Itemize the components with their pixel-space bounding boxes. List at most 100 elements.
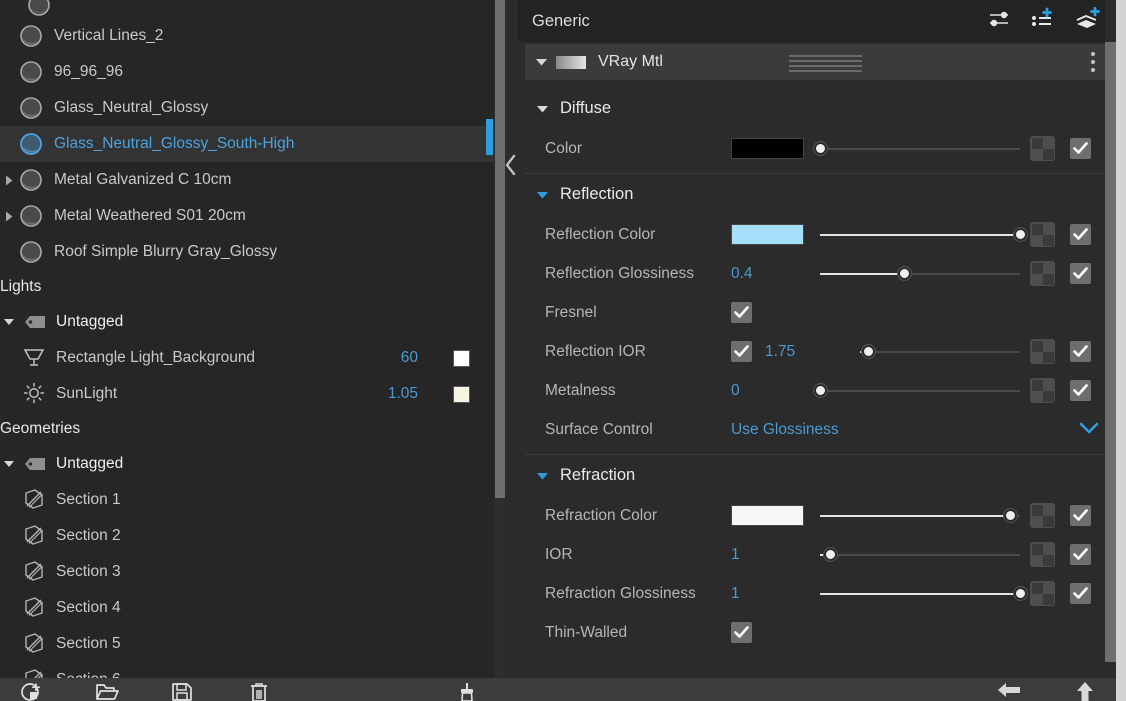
property-value[interactable]: 1.75 xyxy=(765,343,795,361)
list-item[interactable]: SunLight 1.05 xyxy=(0,376,494,412)
list-item[interactable]: Metal Galvanized C 10cm xyxy=(0,162,494,198)
property-enable-checkbox[interactable] xyxy=(1070,544,1091,565)
property-slider[interactable] xyxy=(820,267,1020,280)
add-material-button[interactable] xyxy=(14,678,48,701)
material-row[interactable]: VRay Mtl xyxy=(525,44,1109,80)
property-slider[interactable] xyxy=(814,384,1020,397)
property-enable-checkbox[interactable] xyxy=(1070,583,1091,604)
property-value[interactable]: 1 xyxy=(731,585,740,603)
caret-down-icon[interactable] xyxy=(0,318,18,326)
list-item[interactable]: Vertical Lines_2 xyxy=(0,18,494,54)
caret-down-icon[interactable] xyxy=(537,466,548,485)
property-value[interactable]: 1 xyxy=(731,546,740,564)
delete-button[interactable] xyxy=(242,678,276,701)
slider-knob[interactable] xyxy=(1014,587,1027,600)
color-swatch[interactable] xyxy=(731,138,804,159)
layers-plus-icon[interactable] xyxy=(1073,4,1103,34)
texture-slot-button[interactable] xyxy=(1030,261,1055,286)
chevron-down-icon[interactable] xyxy=(1079,422,1099,440)
slider-knob[interactable] xyxy=(814,142,827,155)
list-item[interactable]: Glass_Neutral_Glossy xyxy=(0,90,494,126)
texture-slot-button[interactable] xyxy=(1030,503,1055,528)
texture-slot-button[interactable] xyxy=(1030,339,1055,364)
slider-knob[interactable] xyxy=(1014,228,1027,241)
save-button[interactable] xyxy=(165,678,199,701)
list-item[interactable]: Section 1 xyxy=(0,482,494,518)
section-header-reflection[interactable]: Reflection xyxy=(525,174,1109,215)
light-intensity-value[interactable]: 60 xyxy=(401,349,418,367)
property-slider[interactable] xyxy=(820,509,1020,522)
material-sphere-icon xyxy=(18,203,44,229)
expand-triangle-icon[interactable] xyxy=(0,162,18,198)
property-value[interactable]: 0.4 xyxy=(731,265,753,283)
apply-up-button[interactable] xyxy=(1068,680,1102,701)
slider-knob[interactable] xyxy=(898,267,911,280)
slider-knob[interactable] xyxy=(824,548,837,561)
caret-down-icon[interactable] xyxy=(537,185,548,204)
property-slider[interactable] xyxy=(820,228,1027,241)
slider-knob[interactable] xyxy=(1004,509,1017,522)
section-header-diffuse[interactable]: Diffuse xyxy=(525,88,1109,129)
open-library-button[interactable] xyxy=(90,678,124,701)
color-swatch[interactable] xyxy=(731,224,804,245)
property-enable-checkbox[interactable] xyxy=(1070,138,1091,159)
property-slider[interactable] xyxy=(820,587,1027,600)
caret-down-icon[interactable] xyxy=(536,53,547,71)
property-toggle-checkbox[interactable] xyxy=(731,302,752,323)
section-header-refraction[interactable]: Refraction xyxy=(525,455,1109,496)
geometries-untagged-tag[interactable]: Untagged xyxy=(0,446,494,482)
property-enable-checkbox[interactable] xyxy=(1070,380,1091,401)
slider-knob[interactable] xyxy=(862,345,875,358)
caret-down-icon[interactable] xyxy=(0,460,18,468)
list-item[interactable]: Rectangle Light_Background 60 xyxy=(0,340,494,376)
texture-slot-button[interactable] xyxy=(1030,136,1055,161)
list-item[interactable] xyxy=(0,0,494,18)
list-plus-icon[interactable] xyxy=(1029,4,1059,34)
property-enable-checkbox[interactable] xyxy=(1070,341,1091,362)
property-toggle-checkbox[interactable] xyxy=(731,341,752,362)
list-item[interactable]: Section 4 xyxy=(0,590,494,626)
property-slider[interactable] xyxy=(820,548,1020,561)
property-toggle-checkbox[interactable] xyxy=(731,622,752,643)
light-color-swatch[interactable] xyxy=(453,350,470,367)
list-item[interactable]: Section 6 xyxy=(0,662,494,678)
list-item[interactable]: Section 5 xyxy=(0,626,494,662)
list-item[interactable]: 96_96_96 xyxy=(0,54,494,90)
property-slider[interactable] xyxy=(814,142,1020,155)
property-value[interactable]: 0 xyxy=(731,382,740,400)
list-item-label: Section 6 xyxy=(56,671,121,678)
expand-triangle-icon[interactable] xyxy=(0,198,18,234)
dropdown-value[interactable]: Use Glossiness xyxy=(731,421,839,439)
list-item[interactable]: Section 2 xyxy=(0,518,494,554)
rectangle-light-icon xyxy=(22,346,46,370)
caret-down-icon[interactable] xyxy=(537,99,548,118)
sliders-icon[interactable] xyxy=(985,4,1015,34)
texture-slot-button[interactable] xyxy=(1030,542,1055,567)
pick-material-button[interactable] xyxy=(450,678,484,701)
vertical-dots-icon[interactable] xyxy=(1091,52,1095,76)
property-enable-checkbox[interactable] xyxy=(1070,505,1091,526)
list-item[interactable]: Glass_Neutral_Glossy_South-High xyxy=(0,126,494,162)
property-enable-checkbox[interactable] xyxy=(1070,224,1091,245)
texture-slot-button[interactable] xyxy=(1030,378,1055,403)
light-color-swatch[interactable] xyxy=(453,386,470,403)
texture-slot-button[interactable] xyxy=(1030,222,1055,247)
list-item[interactable]: Section 3 xyxy=(0,554,494,590)
properties-scrollbar-thumb[interactable] xyxy=(1105,42,1116,662)
color-swatch[interactable] xyxy=(731,505,804,526)
geometries-group-title: Geometries xyxy=(0,420,81,437)
chevron-left-icon[interactable] xyxy=(503,148,519,182)
slider-knob[interactable] xyxy=(814,384,827,397)
back-button[interactable] xyxy=(992,680,1026,701)
light-intensity-value[interactable]: 1.05 xyxy=(388,385,418,403)
texture-slot-button[interactable] xyxy=(1030,581,1055,606)
geometry-section-icon xyxy=(22,524,46,548)
property-enable-checkbox[interactable] xyxy=(1070,263,1091,284)
list-item[interactable]: Roof Simple Blurry Gray_Glossy xyxy=(0,234,494,270)
property-slider[interactable] xyxy=(860,345,1020,358)
list-item[interactable]: Metal Weathered S01 20cm xyxy=(0,198,494,234)
scene-tree-scrollbar-thumb[interactable] xyxy=(495,0,505,498)
panel-splitter[interactable] xyxy=(505,0,518,701)
lights-untagged-tag[interactable]: Untagged xyxy=(0,304,494,340)
